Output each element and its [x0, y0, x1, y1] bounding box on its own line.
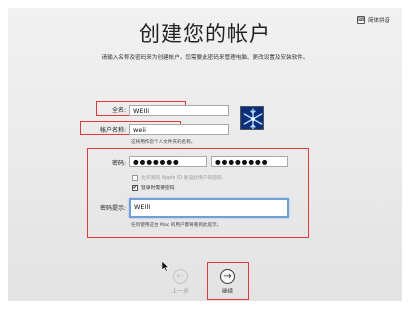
password-hint-note: 任何使用这台 Mac 的用户都将看到此提示。 — [131, 223, 222, 228]
user-picture[interactable] — [240, 106, 264, 130]
snowflake-icon — [241, 107, 263, 129]
require-password-checkbox[interactable]: ✔ — [132, 184, 138, 191]
password-field[interactable]: ●●●●●●● — [129, 156, 207, 167]
back-arrow-icon: ← — [172, 269, 188, 284]
password-hint-label: 密码提示: — [99, 205, 126, 212]
password-hint-field[interactable]: WEIlI — [129, 198, 289, 218]
require-password-option[interactable]: ✔ 登录时需要密码 — [132, 184, 175, 191]
setup-assistant-window: ⌨ 简体拼音 创建您的帐户 请输入名称及密码来为创建帐户。您需要此密码来管理电脑… — [0, 0, 410, 309]
border-right — [402, 0, 410, 309]
border-left — [0, 0, 8, 309]
apple-id-reset-option[interactable]: 允许我的 Apple ID 重设此用户的密码 — [132, 174, 222, 181]
require-password-label: 登录时需要密码 — [141, 186, 175, 191]
continue-arrow-icon: → — [220, 269, 235, 284]
account-name-label: 帐户名称: — [99, 127, 126, 134]
full-name-field[interactable]: WEIli — [129, 105, 229, 116]
apple-id-reset-checkbox[interactable] — [132, 174, 138, 181]
border-bottom — [0, 301, 410, 309]
border-top — [0, 0, 410, 8]
verify-password-field[interactable]: ●●●●●●●● — [211, 156, 288, 167]
setup-content: ⌨ 简体拼音 创建您的帐户 请输入名称及密码来为创建帐户。您需要此密码来管理电脑… — [8, 8, 402, 301]
page-title: 创建您的帐户 — [139, 22, 271, 46]
page-subtitle: 请输入名称及密码来为创建帐户。您需要此密码来管理电脑、更改设置及安装软件。 — [101, 55, 309, 61]
full-name-label: 全名: — [111, 107, 126, 114]
account-name-hint: 这将用作您个人文件夹的名称。 — [131, 140, 196, 145]
mouse-pointer-icon — [162, 261, 170, 272]
password-label: 密码: — [111, 160, 126, 167]
continue-button[interactable]: → 继续 — [220, 269, 235, 295]
back-button[interactable]: ← 上一步 — [172, 269, 189, 295]
account-name-field[interactable]: weii — [129, 124, 229, 135]
apple-id-reset-label: 允许我的 Apple ID 重设此用户的密码 — [141, 176, 222, 181]
continue-label: 继续 — [221, 289, 234, 295]
back-label: 上一步 — [172, 289, 189, 295]
